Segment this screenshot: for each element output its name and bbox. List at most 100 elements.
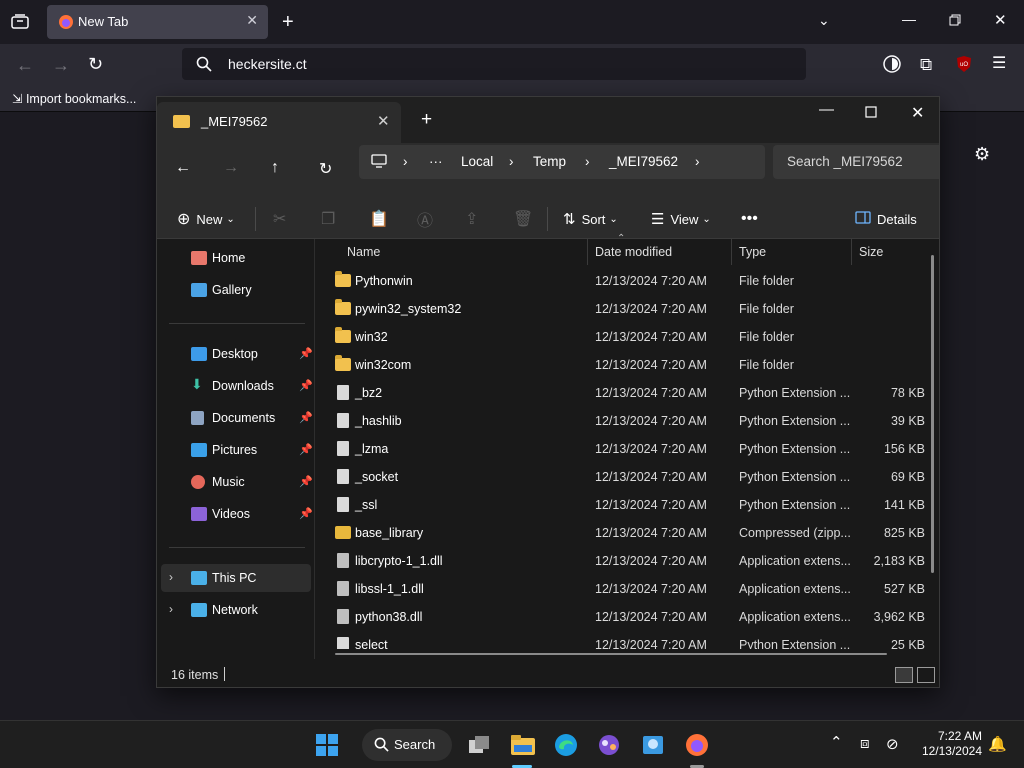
extensions-icon[interactable]: ⧉: [920, 56, 932, 73]
table-row[interactable]: python38.dll 12/13/2024 7:20 AM Applicatio…: [317, 603, 927, 631]
pin-icon[interactable]: 📌: [299, 443, 313, 456]
close-window-icon[interactable]: ✕: [911, 103, 924, 123]
table-row[interactable]: base_library 12/13/2024 7:20 AM Compressed…: [317, 519, 927, 547]
chevron-right-icon[interactable]: ›: [169, 602, 173, 616]
new-button[interactable]: ⊕ New ⌄: [177, 199, 235, 239]
table-row[interactable]: select 12/13/2024 7:20 AM Python Extension…: [317, 631, 927, 649]
table-row[interactable]: _socket 12/13/2024 7:20 AM Python Extensio…: [317, 463, 927, 491]
sync-icon[interactable]: [883, 55, 901, 77]
table-row[interactable]: win32 12/13/2024 7:20 AM File folder: [317, 323, 927, 351]
sidebar-item-desktop[interactable]: Desktop 📌: [161, 340, 313, 368]
file-explorer-icon[interactable]: [510, 733, 535, 757]
settings-gear-icon[interactable]: ⚙: [974, 145, 990, 163]
pin-icon[interactable]: 📌: [299, 347, 313, 360]
breadcrumb-temp[interactable]: Temp: [533, 154, 566, 169]
details-button[interactable]: Details: [855, 199, 917, 239]
browser-tab-new-tab[interactable]: New Tab ✕: [47, 5, 268, 39]
table-row[interactable]: _bz2 12/13/2024 7:20 AM Python Extension .…: [317, 379, 927, 407]
task-view-icon[interactable]: [467, 733, 491, 757]
minimize-icon[interactable]: —: [902, 12, 916, 26]
taskbar-search[interactable]: Search: [362, 729, 452, 761]
table-row[interactable]: _lzma 12/13/2024 7:20 AM Python Extension …: [317, 435, 927, 463]
sidebar-item-videos[interactable]: Videos 📌: [161, 500, 313, 528]
display-icon[interactable]: ⧈: [860, 735, 870, 752]
breadcrumb-current[interactable]: _MEI79562: [609, 154, 678, 169]
start-windows-icon[interactable]: [315, 733, 339, 757]
minimize-icon[interactable]: —: [819, 101, 834, 118]
new-tab-icon[interactable]: +: [421, 109, 432, 131]
vertical-scrollbar[interactable]: [931, 255, 934, 573]
tiles-view-icon[interactable]: [917, 667, 935, 683]
column-header-type[interactable]: Type: [733, 239, 849, 265]
maximize-icon[interactable]: [865, 105, 877, 122]
horizontal-scrollbar[interactable]: [335, 653, 887, 655]
table-row[interactable]: win32com 12/13/2024 7:20 AM File folder: [317, 351, 927, 379]
sidebar-item-this-pc[interactable]: › This PC: [161, 564, 311, 592]
folder-icon: [335, 299, 351, 315]
import-bookmarks-link[interactable]: ⇲ Import bookmarks...: [12, 91, 136, 106]
restore-icon[interactable]: [949, 14, 961, 30]
close-tab-icon[interactable]: ✕: [246, 12, 258, 29]
table-row[interactable]: Pythonwin 12/13/2024 7:20 AM File folder: [317, 267, 927, 295]
pin-icon[interactable]: 📌: [299, 379, 313, 392]
firefox-icon[interactable]: [685, 733, 709, 757]
see-more-icon[interactable]: •••: [741, 199, 758, 239]
view-button[interactable]: ☰ View ⌄: [651, 199, 711, 239]
show-hidden-icons-icon[interactable]: ⌃: [830, 733, 843, 751]
reload-icon[interactable]: ↻: [88, 55, 103, 73]
cut-icon[interactable]: ✂: [273, 199, 286, 239]
table-row[interactable]: libssl-1_1.dll 12/13/2024 7:20 AM Applicat…: [317, 575, 927, 603]
more-locations-icon[interactable]: ···: [429, 154, 443, 169]
rename-icon[interactable]: Ⓐ: [417, 199, 433, 239]
copy-icon[interactable]: ❐: [321, 199, 335, 239]
close-window-icon[interactable]: ✕: [994, 13, 1007, 28]
sidebar-item-music[interactable]: Music 📌: [161, 468, 313, 496]
divider: [731, 239, 732, 265]
sort-button[interactable]: ⇅ Sort ⌄: [563, 199, 618, 239]
column-header-name[interactable]: Name: [341, 239, 585, 265]
list-tabs-chevron-icon[interactable]: ⌄: [818, 13, 830, 27]
share-icon[interactable]: ⇪: [465, 199, 478, 239]
notification-bell-icon[interactable]: 🔔: [988, 735, 1007, 753]
breadcrumb-local[interactable]: Local: [461, 154, 493, 169]
forward-icon[interactable]: →: [52, 56, 70, 74]
sidebar-item-documents[interactable]: Documents 📌: [161, 404, 313, 432]
sidebar-item-downloads[interactable]: ⬇ Downloads 📌: [161, 372, 313, 400]
sidebar-item-home[interactable]: Home: [161, 244, 311, 272]
sidebar-item-gallery[interactable]: Gallery: [161, 276, 311, 304]
explorer-tab[interactable]: _MEI79562 ✕: [157, 102, 401, 143]
table-row[interactable]: _hashlib 12/13/2024 7:20 AM Python Extensi…: [317, 407, 927, 435]
search-box[interactable]: Search _MEI79562: [773, 145, 939, 179]
back-icon[interactable]: ←: [16, 56, 34, 74]
forward-arrow-icon[interactable]: →: [223, 159, 239, 177]
column-header-size[interactable]: Size: [853, 239, 933, 265]
volume-muted-icon[interactable]: ⊘: [886, 735, 899, 753]
clock[interactable]: 7:22 AM 12/13/2024: [916, 729, 982, 759]
table-row[interactable]: libcrypto-1_1.dll 12/13/2024 7:20 AM Appli…: [317, 547, 927, 575]
pin-icon[interactable]: 📌: [299, 475, 313, 488]
table-row[interactable]: _ssl 12/13/2024 7:20 AM Python Extension .…: [317, 491, 927, 519]
new-tab-icon[interactable]: +: [282, 12, 294, 32]
edge-icon[interactable]: [554, 733, 578, 757]
sidebar-item-network[interactable]: › Network: [161, 596, 311, 624]
pin-icon[interactable]: 📌: [299, 507, 313, 520]
copilot-icon[interactable]: [597, 733, 621, 757]
list-all-tabs-icon[interactable]: [11, 14, 29, 34]
table-row[interactable]: pywin32_system32 12/13/2024 7:20 AM File f…: [317, 295, 927, 323]
pin-icon[interactable]: 📌: [299, 411, 313, 424]
chevron-right-icon[interactable]: ›: [169, 570, 173, 584]
photos-app-icon[interactable]: [641, 733, 665, 757]
sidebar-item-pictures[interactable]: Pictures 📌: [161, 436, 313, 464]
url-bar[interactable]: heckersite.ct: [182, 48, 806, 80]
up-arrow-icon[interactable]: ↑: [271, 159, 279, 177]
column-header-date[interactable]: Date modified: [589, 239, 731, 265]
menu-icon[interactable]: ☰: [992, 56, 1006, 72]
close-tab-icon[interactable]: ✕: [377, 112, 390, 130]
paste-icon[interactable]: 📋: [369, 199, 389, 239]
refresh-icon[interactable]: ↻: [319, 159, 332, 179]
details-view-icon[interactable]: [895, 667, 913, 683]
address-bar[interactable]: › ··· Local › Temp › _MEI79562 ›: [359, 145, 765, 179]
ublock-origin-icon[interactable]: uO: [956, 55, 972, 77]
delete-icon[interactable]: 🗑: [513, 199, 533, 239]
back-arrow-icon[interactable]: ←: [175, 159, 191, 177]
